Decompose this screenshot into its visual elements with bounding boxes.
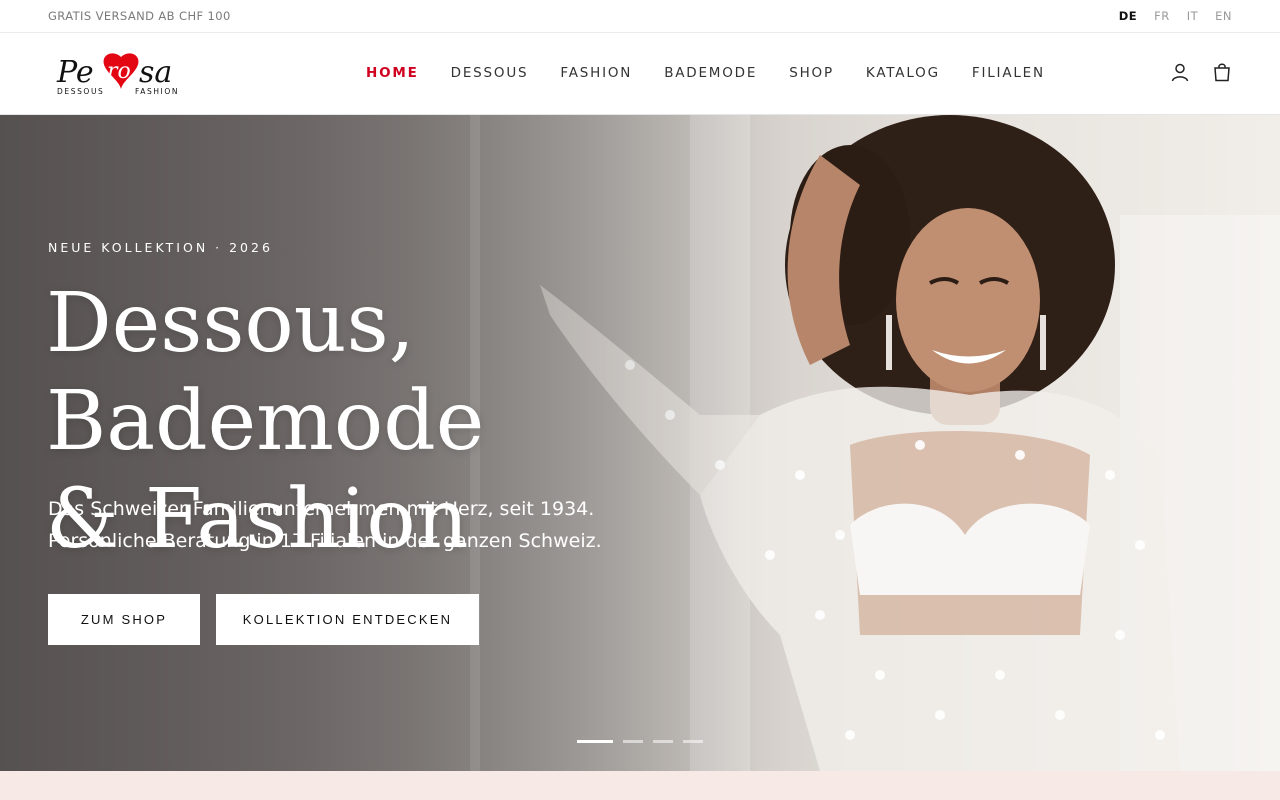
hero-headline-line1: Dessous, Bademode <box>46 276 485 469</box>
svg-text:DESSOUS: DESSOUS <box>57 87 104 96</box>
hero-subtitle-line2: Persönliche Beratung in 17 Filialen in d… <box>48 530 602 552</box>
header-actions <box>1170 62 1232 82</box>
nav-dessous[interactable]: DESSOUS <box>451 65 529 81</box>
language-switcher: DE FR IT EN <box>1102 9 1232 23</box>
announcement-bar: GRATIS VERSAND AB CHF 100 DE FR IT EN <box>0 0 1280 33</box>
lang-fr[interactable]: FR <box>1154 9 1170 23</box>
hero-banner: NEUE KOLLEKTION · 2026 Dessous, Bademode… <box>0 115 1280 771</box>
main-navigation: HOME DESSOUS FASHION BADEMODE SHOP KATAL… <box>366 65 1077 81</box>
svg-text:Pe: Pe <box>56 55 94 90</box>
nav-shop[interactable]: SHOP <box>789 65 834 81</box>
slide-indicator-4[interactable] <box>683 740 703 743</box>
nav-home[interactable]: HOME <box>366 65 419 81</box>
nav-filialen[interactable]: FILIALEN <box>972 65 1045 81</box>
hero-eyebrow: NEUE KOLLEKTION · 2026 <box>48 240 273 255</box>
hero-subtitle: Das Schweizer Familienunternehmen mit He… <box>48 493 608 557</box>
nav-katalog[interactable]: KATALOG <box>866 65 940 81</box>
lang-en[interactable]: EN <box>1215 9 1232 23</box>
slide-indicator-2[interactable] <box>623 740 643 743</box>
perosa-logo[interactable]: Pe ro sa DESSOUS FASHION <box>55 51 185 97</box>
slider-pagination <box>577 740 703 743</box>
svg-text:FASHION: FASHION <box>135 87 179 96</box>
shop-button[interactable]: ZUM SHOP <box>48 594 200 645</box>
next-section-band <box>0 771 1280 800</box>
nav-fashion[interactable]: FASHION <box>560 65 632 81</box>
hero-subtitle-line1: Das Schweizer Familienunternehmen mit He… <box>48 498 595 520</box>
bag-icon[interactable] <box>1212 62 1232 82</box>
free-shipping-text: GRATIS VERSAND AB CHF 100 <box>48 9 231 23</box>
lang-de[interactable]: DE <box>1119 9 1137 23</box>
slide-indicator-3[interactable] <box>653 740 673 743</box>
svg-text:ro: ro <box>107 59 131 84</box>
svg-text:sa: sa <box>139 55 172 90</box>
lang-it[interactable]: IT <box>1187 9 1198 23</box>
slide-indicator-1[interactable] <box>577 740 613 743</box>
discover-collection-button[interactable]: KOLLEKTION ENTDECKEN <box>216 594 479 645</box>
site-header: Pe ro sa DESSOUS FASHION HOME DESSOUS FA… <box>0 34 1280 115</box>
account-icon[interactable] <box>1170 62 1190 82</box>
nav-bademode[interactable]: BADEMODE <box>664 65 757 81</box>
